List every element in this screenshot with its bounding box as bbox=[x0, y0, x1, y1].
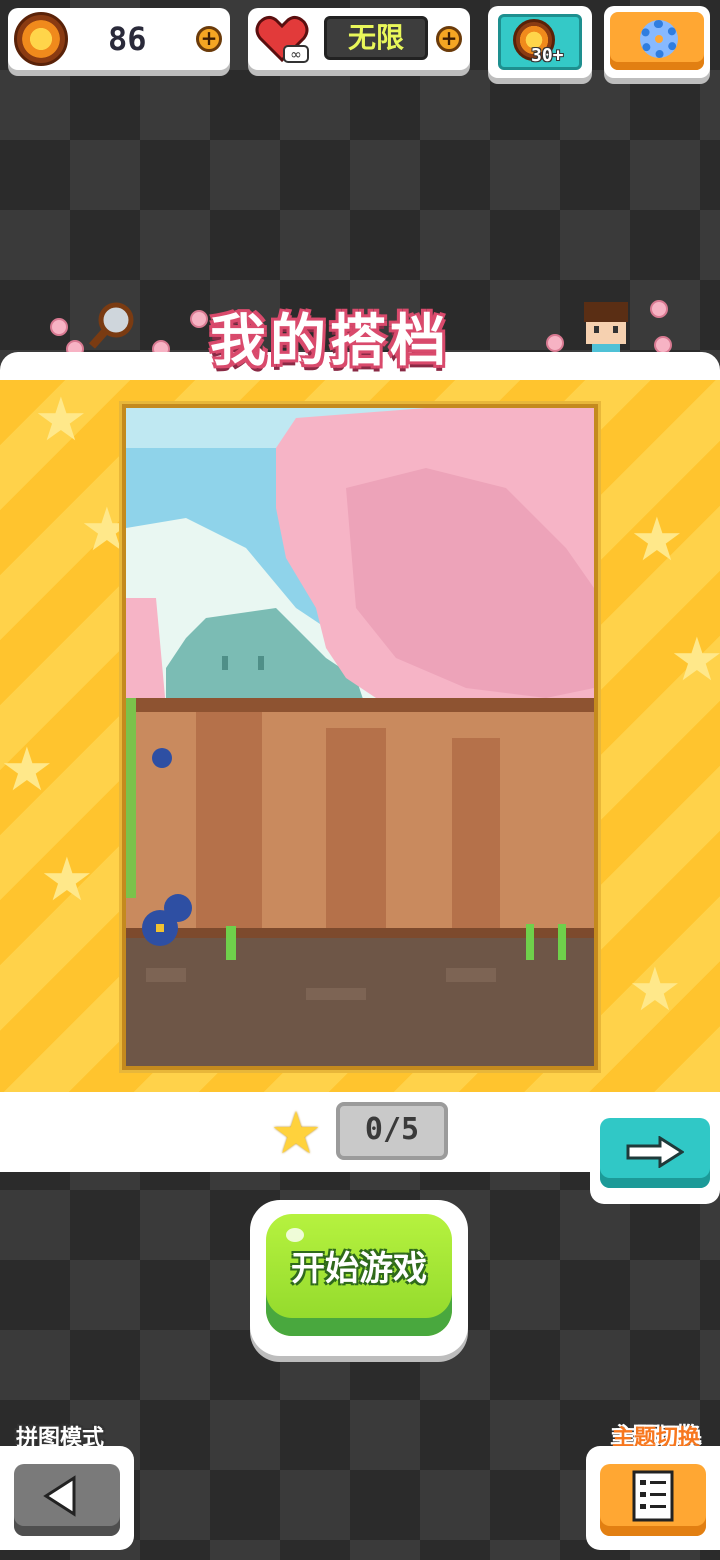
puzzle-picture[interactable] bbox=[122, 404, 598, 1070]
garden-scene-image bbox=[126, 408, 594, 1066]
gear-icon bbox=[640, 20, 678, 58]
start-game-button[interactable]: 开始游戏 bbox=[266, 1214, 452, 1336]
lives-value: 无限 bbox=[324, 16, 428, 60]
lives-counter[interactable]: ∞ 无限 + bbox=[248, 8, 470, 70]
settings-panel bbox=[610, 12, 704, 70]
video-reward-label: 30+ bbox=[531, 45, 564, 66]
star-decoration: ★ bbox=[670, 625, 720, 695]
next-partner-button[interactable] bbox=[590, 1110, 720, 1204]
back-triangle-icon bbox=[43, 1475, 76, 1517]
add-lives-plus-icon[interactable]: + bbox=[436, 26, 462, 52]
star-decoration: ★ bbox=[630, 505, 684, 575]
star-decoration: ★ bbox=[0, 735, 54, 805]
svg-text:∞: ∞ bbox=[290, 47, 302, 63]
video-reward-button[interactable]: 30+ bbox=[488, 6, 592, 78]
blossom-decoration bbox=[50, 318, 68, 336]
blossom-decoration bbox=[546, 334, 564, 352]
puzzle-mode-panel bbox=[14, 1464, 120, 1536]
shine-highlight bbox=[286, 1228, 304, 1242]
coin-counter[interactable]: 86 + bbox=[8, 8, 230, 70]
star-decoration: ★ bbox=[34, 385, 88, 455]
start-game-label: 开始游戏 bbox=[291, 1249, 427, 1289]
puzzle-mode-button[interactable] bbox=[0, 1446, 134, 1550]
star-icon: ★ bbox=[270, 1099, 322, 1167]
blossom-decoration bbox=[190, 310, 208, 328]
coin-icon bbox=[14, 12, 68, 66]
star-decoration: ★ bbox=[628, 955, 682, 1025]
star-decoration: ★ bbox=[40, 845, 94, 915]
page-title: 我的搭档 bbox=[210, 309, 450, 374]
start-game-frame: 开始游戏 bbox=[250, 1200, 468, 1356]
add-coins-plus-icon[interactable]: + bbox=[196, 26, 222, 52]
magnifier-icon bbox=[89, 302, 134, 349]
next-partner-panel bbox=[600, 1118, 710, 1188]
blossom-decoration bbox=[650, 300, 668, 318]
arrow-right-icon bbox=[626, 1136, 684, 1168]
progress-counter: 0/5 bbox=[336, 1102, 448, 1160]
theme-switch-panel bbox=[600, 1464, 706, 1536]
settings-button[interactable] bbox=[604, 6, 710, 78]
heart-infinity-icon: ∞ bbox=[255, 15, 309, 63]
coin-value: 86 bbox=[108, 20, 147, 58]
list-icon bbox=[632, 1470, 674, 1522]
video-reward-panel: 30+ bbox=[498, 14, 582, 70]
theme-switch-button[interactable] bbox=[586, 1446, 720, 1550]
